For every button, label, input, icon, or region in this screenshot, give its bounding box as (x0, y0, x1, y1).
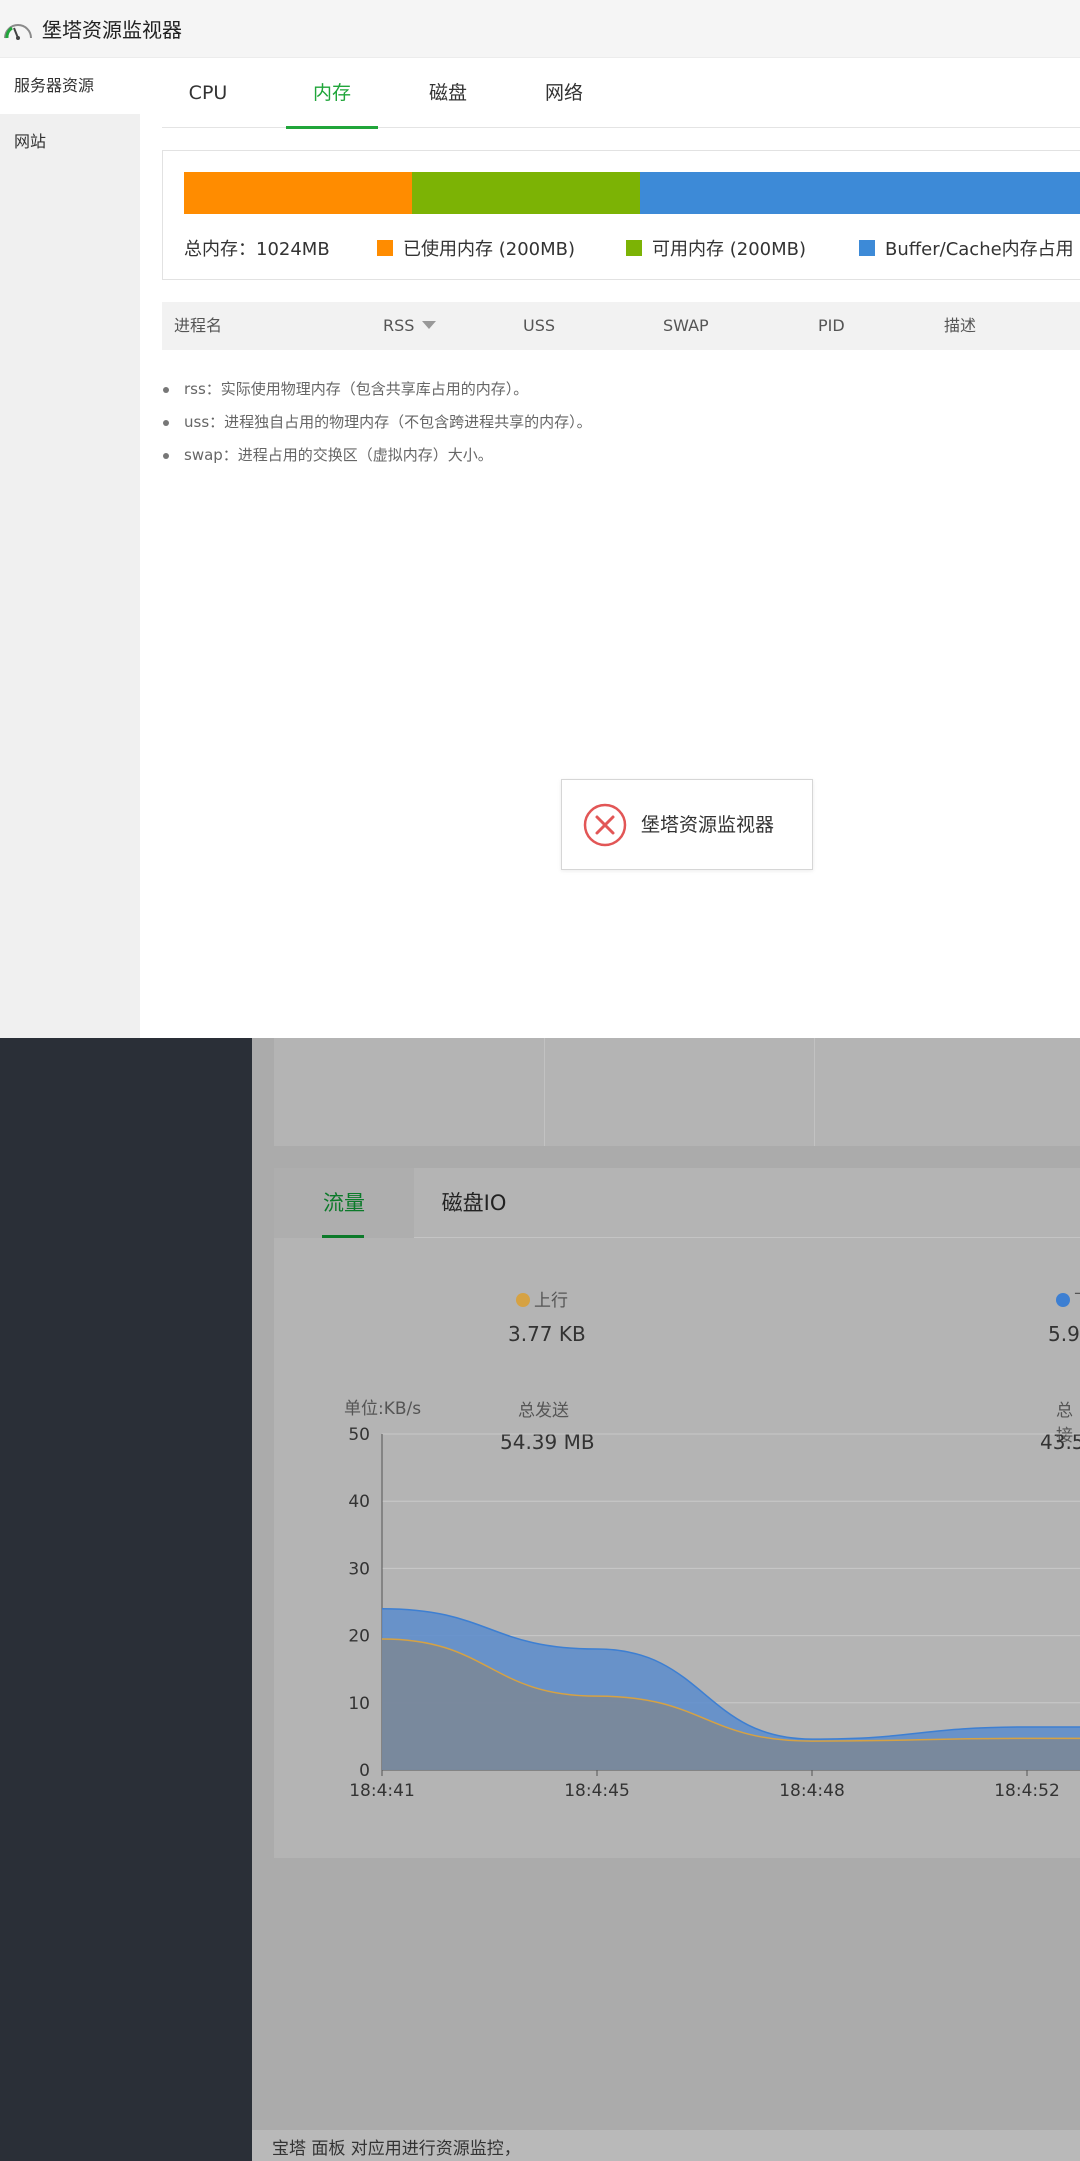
x-tick-label: 18:4:52 (994, 1781, 1060, 1801)
resource-monitor-window: 堡塔资源监视器 服务器资源 网站 CPU 内存 磁盘 网络 总内存：1024MB… (0, 0, 1080, 1038)
x-tick-label: 18:4:41 (349, 1781, 415, 1801)
legend-buffer: Buffer/Cache内存占用 ( (859, 235, 1080, 261)
memory-bar-available (411, 172, 640, 214)
error-toast: 堡塔资源监视器 (561, 779, 813, 870)
y-tick-label: 50 (348, 1425, 370, 1445)
col-uss[interactable]: USS (523, 302, 555, 350)
note-rss: rss：实际使用物理内存（包含共享库占用的内存）。 (162, 373, 592, 406)
memory-bar-used (184, 172, 412, 214)
note-uss: uss：进程独自占用的物理内存（不包含跨进程共享的内存）。 (162, 406, 592, 439)
legend-used: 已使用内存 (200MB) (377, 235, 575, 261)
process-table-header: 进程名 RSS USS SWAP PID 描述 (162, 302, 1080, 350)
y-tick-label: 0 (359, 1761, 370, 1781)
legend-available-label: 可用内存 (200MB) (652, 239, 807, 260)
background-divider (544, 1038, 545, 1146)
traffic-chart: 0 10 20 30 40 50 18:4:41 18:4:45 18:4:48 18:4:52 (348, 1425, 1080, 1801)
col-rss-label: RSS (383, 316, 415, 335)
x-tick-label: 18:4:45 (564, 1781, 630, 1801)
background-top-card (274, 1038, 1080, 1146)
buffer-square-icon (859, 240, 875, 256)
background-bottom-strip: 宝塔 面板 对应用进行资源监控， (252, 2130, 1080, 2161)
title-bar: 堡塔资源监视器 (0, 0, 1080, 58)
note-swap: swap：进程占用的交换区（虚拟内存）大小。 (162, 439, 592, 472)
app-title: 堡塔资源监视器 (42, 18, 182, 42)
y-tick-label: 30 (348, 1559, 370, 1579)
x-tick-label: 18:4:48 (779, 1781, 845, 1801)
y-tick-label: 40 (348, 1492, 370, 1512)
memory-notes: rss：实际使用物理内存（包含共享库占用的内存）。 uss：进程独自占用的物理内… (162, 373, 592, 472)
sidebar-item-server-resources[interactable]: 服务器资源 (0, 58, 140, 114)
tab-memory[interactable]: 内存 (286, 58, 378, 129)
col-pid[interactable]: PID (818, 302, 845, 350)
col-rss[interactable]: RSS (383, 302, 437, 350)
sidebar: 服务器资源 网站 (0, 58, 140, 1038)
tab-network[interactable]: 网络 (518, 58, 610, 128)
col-swap[interactable]: SWAP (663, 302, 709, 350)
error-circle-icon (583, 803, 627, 847)
toast-message: 堡塔资源监视器 (641, 814, 775, 836)
bottom-description: 宝塔 面板 对应用进行资源监控， (272, 2139, 521, 2159)
y-tick-label: 20 (348, 1627, 370, 1647)
memory-legend: 总内存：1024MB 已使用内存 (200MB) 可用内存 (200MB) Bu… (184, 235, 1080, 261)
total-memory: 总内存：1024MB (184, 239, 330, 260)
memory-usage-bar (184, 172, 1080, 214)
memory-summary: 总内存：1024MB 已使用内存 (200MB) 可用内存 (200MB) Bu… (162, 150, 1080, 280)
legend-used-label: 已使用内存 (200MB) (403, 239, 576, 260)
background-sidebar (0, 1038, 252, 2161)
resource-tabs: CPU 内存 磁盘 网络 (162, 58, 1080, 129)
available-square-icon (626, 240, 642, 256)
legend-available: 可用内存 (200MB) (626, 235, 806, 261)
gauge-icon (4, 24, 32, 40)
memory-bar-buffer (639, 172, 1080, 214)
y-tick-label: 10 (348, 1694, 370, 1714)
tab-cpu[interactable]: CPU (162, 58, 254, 128)
tab-disk[interactable]: 磁盘 (402, 58, 494, 128)
main-content: CPU 内存 磁盘 网络 总内存：1024MB 已使用内存 (200MB) 可用… (140, 58, 1080, 1038)
col-process-name[interactable]: 进程名 (174, 302, 222, 350)
sidebar-item-website[interactable]: 网站 (0, 114, 140, 170)
used-square-icon (377, 240, 393, 256)
legend-buffer-label: Buffer/Cache内存占用 ( (885, 239, 1080, 260)
col-description[interactable]: 描述 (944, 302, 976, 350)
background-divider (814, 1038, 815, 1146)
sort-desc-icon[interactable] (422, 321, 437, 329)
network-card: 流量 磁盘IO 上行 3.77 KB 下 5.95 单位:KB/s 总发送 54… (274, 1168, 1080, 1858)
